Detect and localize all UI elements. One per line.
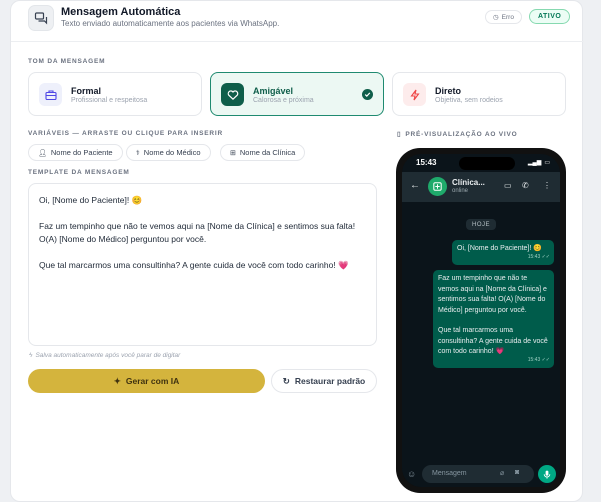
contact-name: Clínica... [452,178,485,187]
message-bubble: Oi, [Nome do Paciente]! 😊 15:43 ✓✓ [452,240,554,265]
message-time: 15:43 ✓✓ [527,357,550,363]
phone-notch [459,157,515,170]
chip-label: Nome da Clínica [239,148,296,157]
more-options-icon[interactable]: ⋮ [543,181,551,190]
sparkle-icon: ✦ [113,375,121,386]
lightning-icon [403,83,426,106]
stethoscope-icon: ⚕ [136,149,140,157]
tone-title: Amigável [253,86,294,96]
battery-icon: ▭ [544,160,550,166]
refresh-icon: ↻ [282,375,290,386]
tone-subtitle: Profissional e respeitosa [71,97,148,104]
auto-message-card: Mensagem Automática Texto enviado automa… [10,0,584,502]
error-badge[interactable]: ◷ Erro [485,10,522,24]
chip-label: Nome do Paciente [50,148,113,157]
generate-ai-button[interactable]: ✦ Gerar com IA [28,369,265,393]
error-badge-label: Erro [501,13,514,21]
message-text: Oi, [Nome do Paciente]! 😊 [457,245,542,252]
clock-icon: ◷ [493,14,499,21]
variables-section-label: VARIÁVEIS — ARRASTE OU CLIQUE PARA INSER… [28,130,224,137]
status-time: 15:43 [416,158,437,167]
chat-area: HOJE Oi, [Nome do Paciente]! 😊 15:43 ✓✓ … [402,202,560,460]
microphone-icon[interactable] [538,465,556,483]
check-icon [362,89,373,100]
video-call-icon[interactable]: ▭ [504,181,512,190]
preview-section-label: ▯ PRÉ-VISUALIZAÇÃO AO VIVO [397,130,518,139]
phone-preview: 15:43 ▂▄▆ ▭ ← Clínica... online ▭ ✆ ⋮ HO… [396,148,566,493]
message-input[interactable]: Mensagem ⌀ ◙ [422,465,534,483]
signal-icon: ▂▄▆ [527,160,542,166]
heart-icon [221,83,244,106]
page-title: Mensagem Automática [61,6,181,18]
status-icons: ▂▄▆ ▭ [528,159,550,166]
tone-option-direct[interactable]: Direto Objetiva, sem rodeios [392,72,566,116]
phone-icon: ▯ [397,131,402,138]
restore-default-label: Restaurar padrão [294,376,366,386]
autosave-hint: ϟ Salva automaticamente após você parar … [29,352,180,359]
phone-screen: 15:43 ▂▄▆ ▭ ← Clínica... online ▭ ✆ ⋮ HO… [402,154,560,487]
preview-label-text: PRÉ-VISUALIZAÇÃO AO VIVO [405,130,518,138]
tone-title: Formal [71,86,102,96]
template-line: Que tal marcarmos uma consultinha? A gen… [39,260,349,270]
template-line: Oi, [Nome do Paciente]! 😊 [39,195,143,205]
template-line: Faz um tempinho que não te vemos aqui na… [39,221,356,244]
user-icon: 👤︎ [38,149,47,157]
tone-subtitle: Objetiva, sem rodeios [435,97,503,104]
clinic-avatar [428,177,447,196]
autosave-hint-text: Salva automaticamente após você parar de… [35,352,181,359]
briefcase-icon [39,83,62,106]
phone-call-icon[interactable]: ✆ [522,181,529,190]
bolt-icon: ϟ [29,352,33,359]
clinic-icon: ⊞ [230,149,236,157]
chat-appbar: ← Clínica... online ▭ ✆ ⋮ [402,172,560,202]
generate-ai-label: Gerar com IA [125,376,180,386]
tone-subtitle: Calorosa e próxima [253,97,314,104]
contact-status: online [452,188,469,194]
attach-icon[interactable]: ⌀ [500,469,504,477]
tone-option-friendly[interactable]: Amigável Calorosa e próxima [210,72,384,116]
tone-section-label: TOM DA MENSAGEM [28,58,106,65]
variable-chip-doctor[interactable]: ⚕ Nome do Médico [126,144,211,161]
status-badge[interactable]: ATIVO [529,9,571,24]
chip-label: Nome do Médico [143,148,201,157]
day-separator: HOJE [466,219,497,230]
camera-icon[interactable]: ◙ [515,469,519,476]
variable-chip-patient[interactable]: 👤︎ Nome do Paciente [28,144,123,161]
message-input-bar: ☺ Mensagem ⌀ ◙ [402,460,560,487]
message-time: 15:43 ✓✓ [527,254,550,260]
page-subtitle: Texto enviado automaticamente aos pacien… [61,19,280,28]
card-header: Mensagem Automática Texto enviado automa… [11,1,584,42]
restore-default-button[interactable]: ↻ Restaurar padrão [271,369,377,393]
variable-chip-clinic[interactable]: ⊞ Nome da Clínica [220,144,306,161]
message-input-placeholder: Mensagem [432,470,467,477]
back-arrow-icon[interactable]: ← [410,180,420,191]
message-bubble: Faz um tempinho que não te vemos aqui na… [433,270,554,368]
template-section-label: TEMPLATE DA MENSAGEM [28,169,130,176]
emoji-icon[interactable]: ☺ [407,469,416,479]
message-text: Faz um tempinho que não te vemos aqui na… [438,275,547,314]
template-textarea[interactable]: Oi, [Nome do Paciente]! 😊 Faz um tempinh… [28,183,377,346]
chat-icon [28,5,54,31]
tone-option-formal[interactable]: Formal Profissional e respeitosa [28,72,202,116]
tone-title: Direto [435,86,462,96]
message-text: Que tal marcarmos uma consultinha? A gen… [438,327,548,355]
